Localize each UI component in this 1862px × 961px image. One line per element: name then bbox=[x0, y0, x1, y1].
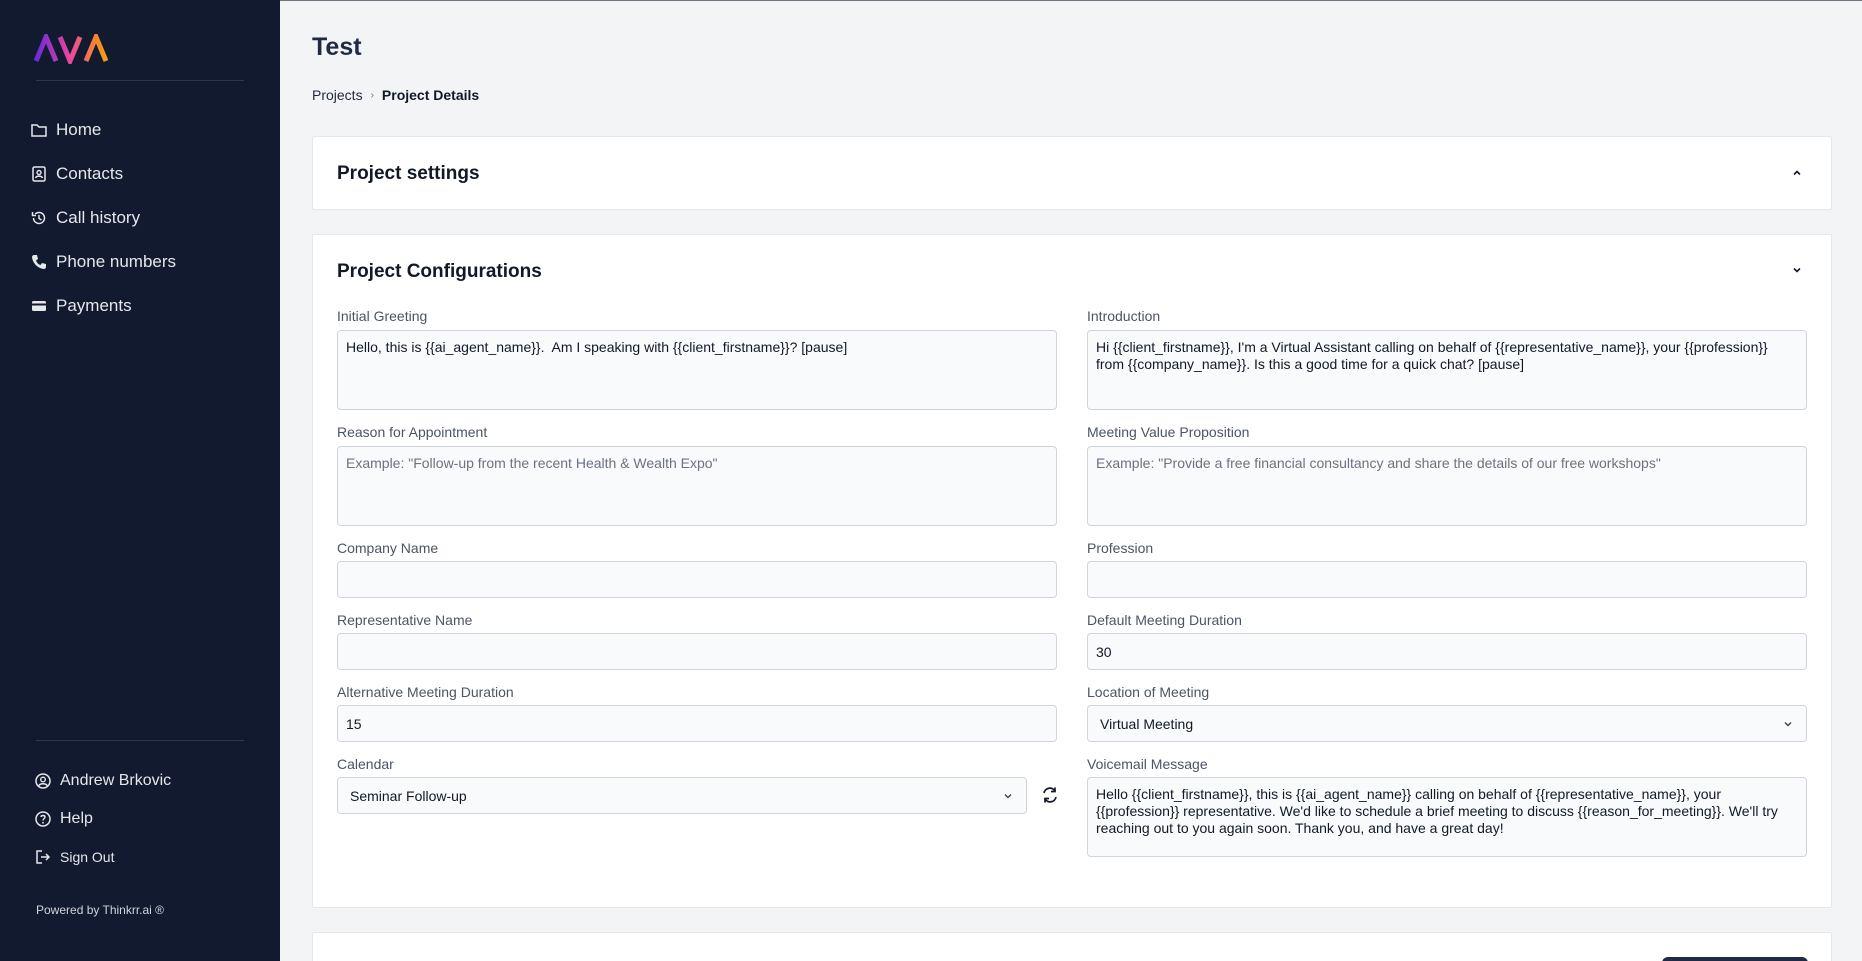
next-card bbox=[312, 932, 1832, 961]
chevron-right-icon: › bbox=[370, 89, 374, 101]
sign-out-link[interactable]: Sign Out bbox=[34, 838, 171, 876]
location-label: Location of Meeting bbox=[1087, 684, 1210, 700]
contacts-icon bbox=[32, 166, 46, 182]
sidebar-item-label: Phone numbers bbox=[56, 252, 177, 271]
sidebar-divider bbox=[36, 740, 244, 741]
primary-action-button[interactable] bbox=[1662, 957, 1808, 961]
user-circle-icon bbox=[35, 773, 51, 789]
user-profile-link[interactable]: Andrew Brkovic bbox=[34, 762, 171, 800]
help-icon bbox=[35, 811, 51, 827]
reason-field[interactable] bbox=[337, 446, 1057, 526]
sidebar-item-call-history[interactable]: Call history bbox=[30, 196, 250, 240]
sidebar-item-label: Home bbox=[56, 120, 102, 139]
powered-by: Powered by Thinkrr.ai ® bbox=[36, 903, 165, 917]
main-content: Test Projects › Project Details Project … bbox=[280, 0, 1862, 961]
page-title: Test bbox=[312, 33, 362, 61]
sidebar-divider bbox=[36, 80, 244, 81]
value-proposition-field[interactable] bbox=[1087, 446, 1807, 526]
history-icon bbox=[31, 211, 46, 225]
initial-greeting-label: Initial Greeting bbox=[337, 308, 428, 324]
chevron-up-icon[interactable] bbox=[1791, 167, 1803, 179]
project-configurations-card: Project Configurations Initial Greeting … bbox=[312, 234, 1832, 908]
sign-out-icon bbox=[36, 850, 51, 864]
sidebar-item-label: Call history bbox=[56, 208, 141, 227]
chevron-down-icon[interactable] bbox=[1791, 264, 1803, 276]
ava-logo[interactable] bbox=[34, 34, 110, 64]
chevron-down-icon bbox=[1004, 793, 1012, 798]
phone-icon bbox=[32, 255, 46, 269]
voicemail-label: Voicemail Message bbox=[1087, 756, 1208, 772]
representative-name-field[interactable] bbox=[337, 633, 1057, 670]
breadcrumb-projects[interactable]: Projects bbox=[312, 87, 363, 103]
profession-field[interactable] bbox=[1087, 561, 1807, 598]
location-select-value: Virtual Meeting bbox=[1100, 715, 1194, 732]
voicemail-field[interactable]: Hello {{client_firstname}}, this is {{ai… bbox=[1087, 777, 1807, 857]
sidebar-item-phone-numbers[interactable]: Phone numbers bbox=[30, 240, 250, 284]
sidebar-nav: Home Contacts Call history Phone numbers bbox=[30, 108, 250, 328]
alt-duration-field[interactable] bbox=[337, 705, 1057, 742]
project-settings-card[interactable]: Project settings bbox=[312, 136, 1832, 210]
company-name-field[interactable] bbox=[337, 561, 1057, 598]
breadcrumb: Projects › Project Details bbox=[312, 87, 479, 103]
help-label: Help bbox=[60, 810, 93, 827]
project-settings-title: Project settings bbox=[337, 163, 480, 184]
card-icon bbox=[32, 301, 46, 311]
alt-duration-label: Alternative Meeting Duration bbox=[337, 684, 514, 700]
default-duration-field[interactable] bbox=[1087, 633, 1807, 670]
breadcrumb-current: Project Details bbox=[381, 87, 480, 103]
profession-label: Profession bbox=[1087, 540, 1154, 556]
sidebar-item-label: Payments bbox=[56, 296, 132, 315]
folder-icon bbox=[31, 124, 47, 137]
reason-label: Reason for Appointment bbox=[337, 424, 488, 440]
initial-greeting-field[interactable]: Hello, this is {{ai_agent_name}}. Am I s… bbox=[337, 330, 1057, 410]
user-name: Andrew Brkovic bbox=[60, 772, 172, 789]
calendar-select-value: Seminar Follow-up bbox=[350, 787, 467, 804]
sidebar: Home Contacts Call history Phone numbers bbox=[0, 0, 280, 961]
default-duration-label: Default Meeting Duration bbox=[1087, 612, 1242, 628]
calendar-label: Calendar bbox=[337, 756, 394, 772]
project-configurations-title: Project Configurations bbox=[337, 261, 542, 282]
calendar-select[interactable]: Seminar Follow-up bbox=[337, 777, 1027, 814]
sidebar-bottom-nav: Andrew Brkovic Help Sign Out bbox=[34, 762, 171, 876]
introduction-field[interactable]: Hi {{client_firstname}}, I'm a Virtual A… bbox=[1087, 330, 1807, 410]
representative-name-label: Representative Name bbox=[337, 612, 473, 628]
value-proposition-label: Meeting Value Proposition bbox=[1087, 424, 1250, 440]
sidebar-item-contacts[interactable]: Contacts bbox=[30, 152, 250, 196]
sidebar-item-label: Contacts bbox=[56, 164, 124, 183]
introduction-label: Introduction bbox=[1087, 308, 1161, 324]
company-name-label: Company Name bbox=[337, 540, 439, 556]
sidebar-item-payments[interactable]: Payments bbox=[30, 284, 250, 328]
location-select[interactable]: Virtual Meeting bbox=[1087, 705, 1807, 742]
sign-out-label: Sign Out bbox=[60, 849, 115, 865]
refresh-icon[interactable] bbox=[1040, 785, 1060, 805]
chevron-down-icon bbox=[1784, 721, 1792, 726]
sidebar-item-home[interactable]: Home bbox=[30, 108, 250, 152]
help-link[interactable]: Help bbox=[34, 800, 171, 838]
